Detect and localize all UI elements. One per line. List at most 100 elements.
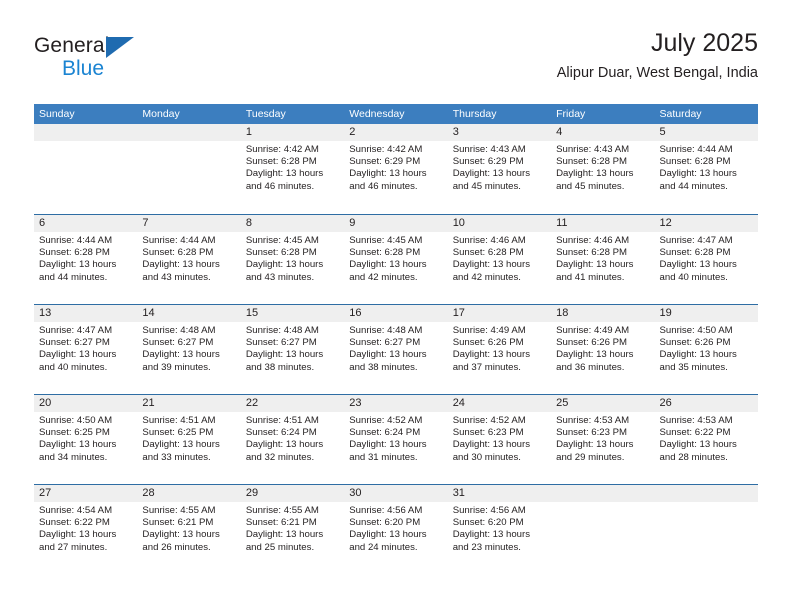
day-number: 2 (344, 124, 448, 141)
day-number: 22 (240, 395, 345, 412)
day-details: Sunrise: 4:54 AM Sunset: 6:22 PM Daylight:… (34, 502, 137, 554)
daylight-duration-line2: and 23 minutes. (452, 541, 521, 553)
day-cell-23[interactable]: 23 Sunrise: 4:52 AM Sunset: 6:24 PM Dayligh… (344, 395, 448, 484)
daylight-duration-line1: Daylight: 13 hours (452, 349, 531, 361)
daylight-duration-line1: Daylight: 13 hours (659, 168, 737, 180)
daylight-duration-line2: and 40 minutes. (39, 361, 108, 373)
daylight-duration-line1: Daylight: 13 hours (659, 439, 737, 451)
weekday-header-row: Sunday Monday Tuesday Wednesday Thursday Frid… (34, 104, 758, 124)
daylight-duration-line1: Daylight: 13 hours (39, 529, 117, 541)
day-details: Sunrise: 4:56 AM Sunset: 6:20 PM Daylight:… (448, 502, 551, 554)
sunset-time: Sunset: 6:22 PM (659, 427, 731, 439)
day-number: 15 (240, 305, 345, 322)
sunset-time: Sunset: 6:27 PM (349, 337, 421, 349)
day-cell-29[interactable]: 29 Sunrise: 4:55 AM Sunset: 6:21 PM Dayligh… (240, 485, 345, 574)
day-number (551, 485, 655, 502)
daylight-duration-line1: Daylight: 13 hours (142, 349, 220, 361)
day-number: 8 (240, 215, 345, 232)
day-cell-empty (551, 485, 655, 574)
daylight-duration-line1: Daylight: 13 hours (142, 439, 220, 451)
day-cell-13[interactable]: 13 Sunrise: 4:47 AM Sunset: 6:27 PM Dayligh… (34, 305, 138, 394)
sunrise-time: Sunrise: 4:45 AM (349, 235, 423, 246)
daylight-duration-line1: Daylight: 13 hours (142, 259, 220, 271)
day-cell-25[interactable]: 25 Sunrise: 4:53 AM Sunset: 6:23 PM Dayligh… (551, 395, 655, 484)
daylight-duration-line2: and 28 minutes. (659, 451, 728, 463)
day-cell-5[interactable]: 5 Sunrise: 4:44 AM Sunset: 6:28 PM Daylight… (654, 124, 758, 214)
day-cell-8[interactable]: 8 Sunrise: 4:45 AM Sunset: 6:28 PM Daylight… (240, 215, 345, 304)
day-cell-24[interactable]: 24 Sunrise: 4:52 AM Sunset: 6:23 PM Dayligh… (447, 395, 552, 484)
day-number: 23 (344, 395, 448, 412)
day-cell-4[interactable]: 4 Sunrise: 4:43 AM Sunset: 6:28 PM Daylight… (551, 124, 655, 214)
day-details: Sunrise: 4:52 AM Sunset: 6:23 PM Daylight:… (448, 412, 551, 464)
daylight-duration-line1: Daylight: 13 hours (142, 529, 220, 541)
day-details (137, 141, 240, 144)
sunset-time: Sunset: 6:28 PM (245, 247, 317, 259)
day-cell-11[interactable]: 11 Sunrise: 4:46 AM Sunset: 6:28 PM Dayligh… (551, 215, 655, 304)
sunset-time: Sunset: 6:28 PM (556, 156, 628, 168)
day-cell-15[interactable]: 15 Sunrise: 4:48 AM Sunset: 6:27 PM Dayligh… (240, 305, 345, 394)
sunset-time: Sunset: 6:28 PM (39, 247, 110, 259)
day-cell-18[interactable]: 18 Sunrise: 4:49 AM Sunset: 6:26 PM Dayligh… (551, 305, 655, 394)
day-number: 12 (654, 215, 758, 232)
daylight-duration-line2: and 39 minutes. (142, 361, 211, 373)
day-cell-19[interactable]: 19 Sunrise: 4:50 AM Sunset: 6:26 PM Dayligh… (654, 305, 758, 394)
daylight-duration-line1: Daylight: 13 hours (556, 259, 634, 271)
weekday-header-saturday: Saturday (659, 108, 702, 120)
day-cell-17[interactable]: 17 Sunrise: 4:49 AM Sunset: 6:26 PM Dayligh… (447, 305, 552, 394)
day-cell-2[interactable]: 2 Sunrise: 4:42 AM Sunset: 6:29 PM Daylight… (344, 124, 448, 214)
day-cell-22[interactable]: 22 Sunrise: 4:51 AM Sunset: 6:24 PM Dayligh… (240, 395, 345, 484)
day-cell-1[interactable]: 1 Sunrise: 4:42 AM Sunset: 6:28 PM Daylight… (240, 124, 345, 214)
sunset-time: Sunset: 6:27 PM (39, 337, 110, 349)
sunset-time: Sunset: 6:25 PM (142, 427, 214, 439)
day-details: Sunrise: 4:55 AM Sunset: 6:21 PM Daylight:… (241, 502, 344, 554)
calendar-weeks: 1 Sunrise: 4:42 AM Sunset: 6:28 PM Daylight… (34, 124, 758, 574)
day-cell-31[interactable]: 31 Sunrise: 4:56 AM Sunset: 6:20 PM Dayligh… (447, 485, 552, 574)
sunrise-time: Sunrise: 4:43 AM (452, 144, 526, 155)
day-cell-9[interactable]: 9 Sunrise: 4:45 AM Sunset: 6:28 PM Daylight… (344, 215, 448, 304)
day-number: 3 (447, 124, 552, 141)
sunset-time: Sunset: 6:20 PM (349, 517, 421, 529)
sunrise-time: Sunrise: 4:48 AM (245, 325, 319, 336)
daylight-duration-line2: and 33 minutes. (142, 451, 211, 463)
day-cell-7[interactable]: 7 Sunrise: 4:44 AM Sunset: 6:28 PM Daylight… (137, 215, 241, 304)
day-cell-26[interactable]: 26 Sunrise: 4:53 AM Sunset: 6:22 PM Dayligh… (654, 395, 758, 484)
day-cell-12[interactable]: 12 Sunrise: 4:47 AM Sunset: 6:28 PM Dayligh… (654, 215, 758, 304)
daylight-duration-line1: Daylight: 13 hours (39, 439, 117, 451)
sunrise-time: Sunrise: 4:44 AM (39, 235, 113, 246)
day-cell-28[interactable]: 28 Sunrise: 4:55 AM Sunset: 6:21 PM Dayligh… (137, 485, 241, 574)
sunrise-time: Sunrise: 4:49 AM (452, 325, 526, 336)
sunrise-time: Sunrise: 4:52 AM (452, 415, 526, 426)
day-cell-21[interactable]: 21 Sunrise: 4:51 AM Sunset: 6:25 PM Dayligh… (137, 395, 241, 484)
sunrise-time: Sunrise: 4:52 AM (349, 415, 423, 426)
day-details: Sunrise: 4:49 AM Sunset: 6:26 PM Daylight:… (551, 322, 654, 374)
day-number (137, 124, 241, 141)
daylight-duration-line1: Daylight: 13 hours (349, 439, 427, 451)
page-header: General Blue July 2025 Alipur Duar, West… (34, 28, 758, 90)
day-cell-6[interactable]: 6 Sunrise: 4:44 AM Sunset: 6:28 PM Daylight… (34, 215, 138, 304)
day-number: 30 (344, 485, 448, 502)
sunset-time: Sunset: 6:29 PM (452, 156, 524, 168)
daylight-duration-line2: and 40 minutes. (659, 271, 728, 283)
daylight-duration-line1: Daylight: 13 hours (349, 349, 427, 361)
day-cell-30[interactable]: 30 Sunrise: 4:56 AM Sunset: 6:20 PM Dayligh… (344, 485, 448, 574)
day-number: 11 (551, 215, 655, 232)
sunset-time: Sunset: 6:23 PM (556, 427, 628, 439)
generalblue-logo[interactable]: General Blue (34, 34, 234, 84)
sunset-time: Sunset: 6:29 PM (349, 156, 421, 168)
sunset-time: Sunset: 6:28 PM (659, 156, 731, 168)
day-cell-27[interactable]: 27 Sunrise: 4:54 AM Sunset: 6:22 PM Dayligh… (34, 485, 138, 574)
sunrise-time: Sunrise: 4:56 AM (452, 505, 526, 516)
day-cell-20[interactable]: 20 Sunrise: 4:50 AM Sunset: 6:25 PM Dayligh… (34, 395, 138, 484)
day-cell-3[interactable]: 3 Sunrise: 4:43 AM Sunset: 6:29 PM Daylight… (447, 124, 552, 214)
day-cell-14[interactable]: 14 Sunrise: 4:48 AM Sunset: 6:27 PM Dayligh… (137, 305, 241, 394)
day-cell-empty (137, 124, 241, 214)
day-cell-10[interactable]: 10 Sunrise: 4:46 AM Sunset: 6:28 PM Dayligh… (447, 215, 552, 304)
day-details: Sunrise: 4:49 AM Sunset: 6:26 PM Daylight:… (448, 322, 551, 374)
sunrise-time: Sunrise: 4:48 AM (349, 325, 423, 336)
daylight-duration-line2: and 45 minutes. (556, 180, 625, 192)
sunset-time: Sunset: 6:28 PM (245, 156, 317, 168)
day-cell-16[interactable]: 16 Sunrise: 4:48 AM Sunset: 6:27 PM Dayligh… (344, 305, 448, 394)
day-details: Sunrise: 4:42 AM Sunset: 6:29 PM Daylight:… (344, 141, 447, 193)
sunset-time: Sunset: 6:24 PM (349, 427, 421, 439)
day-details: Sunrise: 4:47 AM Sunset: 6:28 PM Daylight:… (655, 232, 758, 284)
